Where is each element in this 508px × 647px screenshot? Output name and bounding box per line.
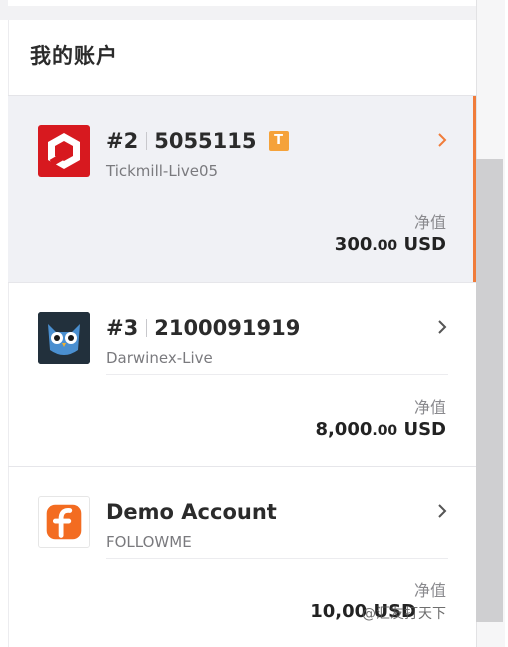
account-title: Demo Account bbox=[106, 497, 277, 527]
account-number: #3 bbox=[106, 316, 139, 340]
account-login: 5055115 bbox=[154, 129, 257, 153]
top-band-cap bbox=[8, 0, 476, 6]
account-card-darwinex[interactable]: #3 2100091919 Darwinex-Live 净值 8,000.00 … bbox=[8, 283, 476, 467]
equity-integer: 8,000 bbox=[315, 419, 373, 440]
equity-integer: 10,00 bbox=[310, 601, 368, 622]
card-divider bbox=[106, 558, 448, 559]
title-separator bbox=[146, 132, 148, 150]
tickmill-logo-icon bbox=[38, 125, 90, 177]
account-number: #2 bbox=[106, 129, 139, 153]
equity-label: 净值 bbox=[413, 398, 446, 417]
account-server: Tickmill-Live05 bbox=[106, 162, 219, 180]
accounts-page: 我的账户 #2 5055115 T Tickmill-Live05 净值 300… bbox=[0, 0, 508, 647]
darwinex-owl-logo-icon bbox=[38, 312, 90, 364]
panel-title: 我的账户 bbox=[30, 44, 118, 68]
equity-value: 8,000.00 USD bbox=[315, 419, 446, 440]
equity-value: 300.00 USD bbox=[335, 234, 446, 255]
scrollbar-thumb[interactable] bbox=[476, 159, 503, 622]
equity-currency: USD bbox=[403, 419, 446, 440]
equity-currency: USD bbox=[403, 234, 446, 255]
top-band bbox=[0, 0, 476, 20]
account-type-badge: T bbox=[268, 131, 289, 151]
account-title: #2 5055115 T bbox=[106, 126, 289, 156]
watermark: @汇友打天下 bbox=[362, 606, 446, 622]
chevron-right-icon[interactable] bbox=[436, 319, 448, 335]
equity-label: 净值 bbox=[413, 213, 446, 232]
account-title: #3 2100091919 bbox=[106, 313, 300, 343]
equity-decimal: .00 bbox=[372, 423, 398, 439]
account-server: FOLLOWME bbox=[106, 533, 192, 551]
account-server: Darwinex-Live bbox=[106, 349, 213, 367]
card-divider bbox=[106, 374, 448, 375]
title-separator bbox=[146, 319, 148, 337]
chevron-right-icon[interactable] bbox=[436, 503, 448, 519]
account-login: 2100091919 bbox=[154, 316, 301, 340]
equity-label: 净值 bbox=[413, 581, 446, 600]
equity-integer: 300 bbox=[334, 234, 373, 255]
followme-logo-icon bbox=[38, 496, 90, 548]
account-card-tickmill[interactable]: #2 5055115 T Tickmill-Live05 净值 300.00 U… bbox=[8, 96, 476, 283]
account-name: Demo Account bbox=[106, 500, 277, 524]
chevron-right-icon[interactable] bbox=[436, 132, 448, 148]
equity-decimal: .00 bbox=[372, 238, 398, 254]
